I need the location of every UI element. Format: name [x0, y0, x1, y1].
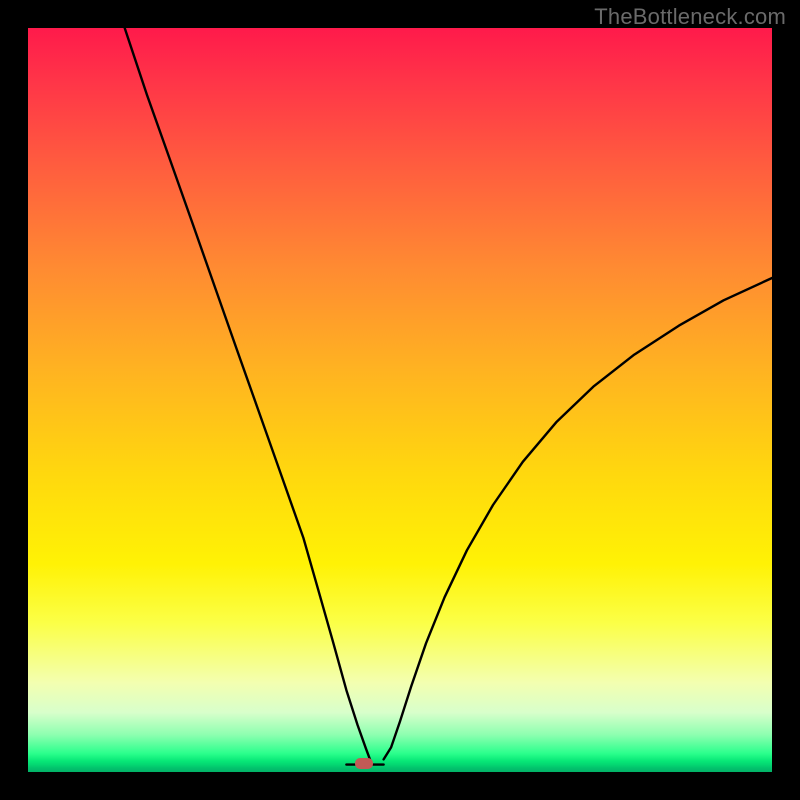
bottleneck-curve [28, 28, 772, 772]
plot-area [28, 28, 772, 772]
chart-frame: TheBottleneck.com [0, 0, 800, 800]
optimal-marker [355, 758, 373, 769]
curve-right-branch [384, 278, 772, 759]
curve-left-branch [125, 28, 371, 760]
watermark-text: TheBottleneck.com [594, 4, 786, 30]
